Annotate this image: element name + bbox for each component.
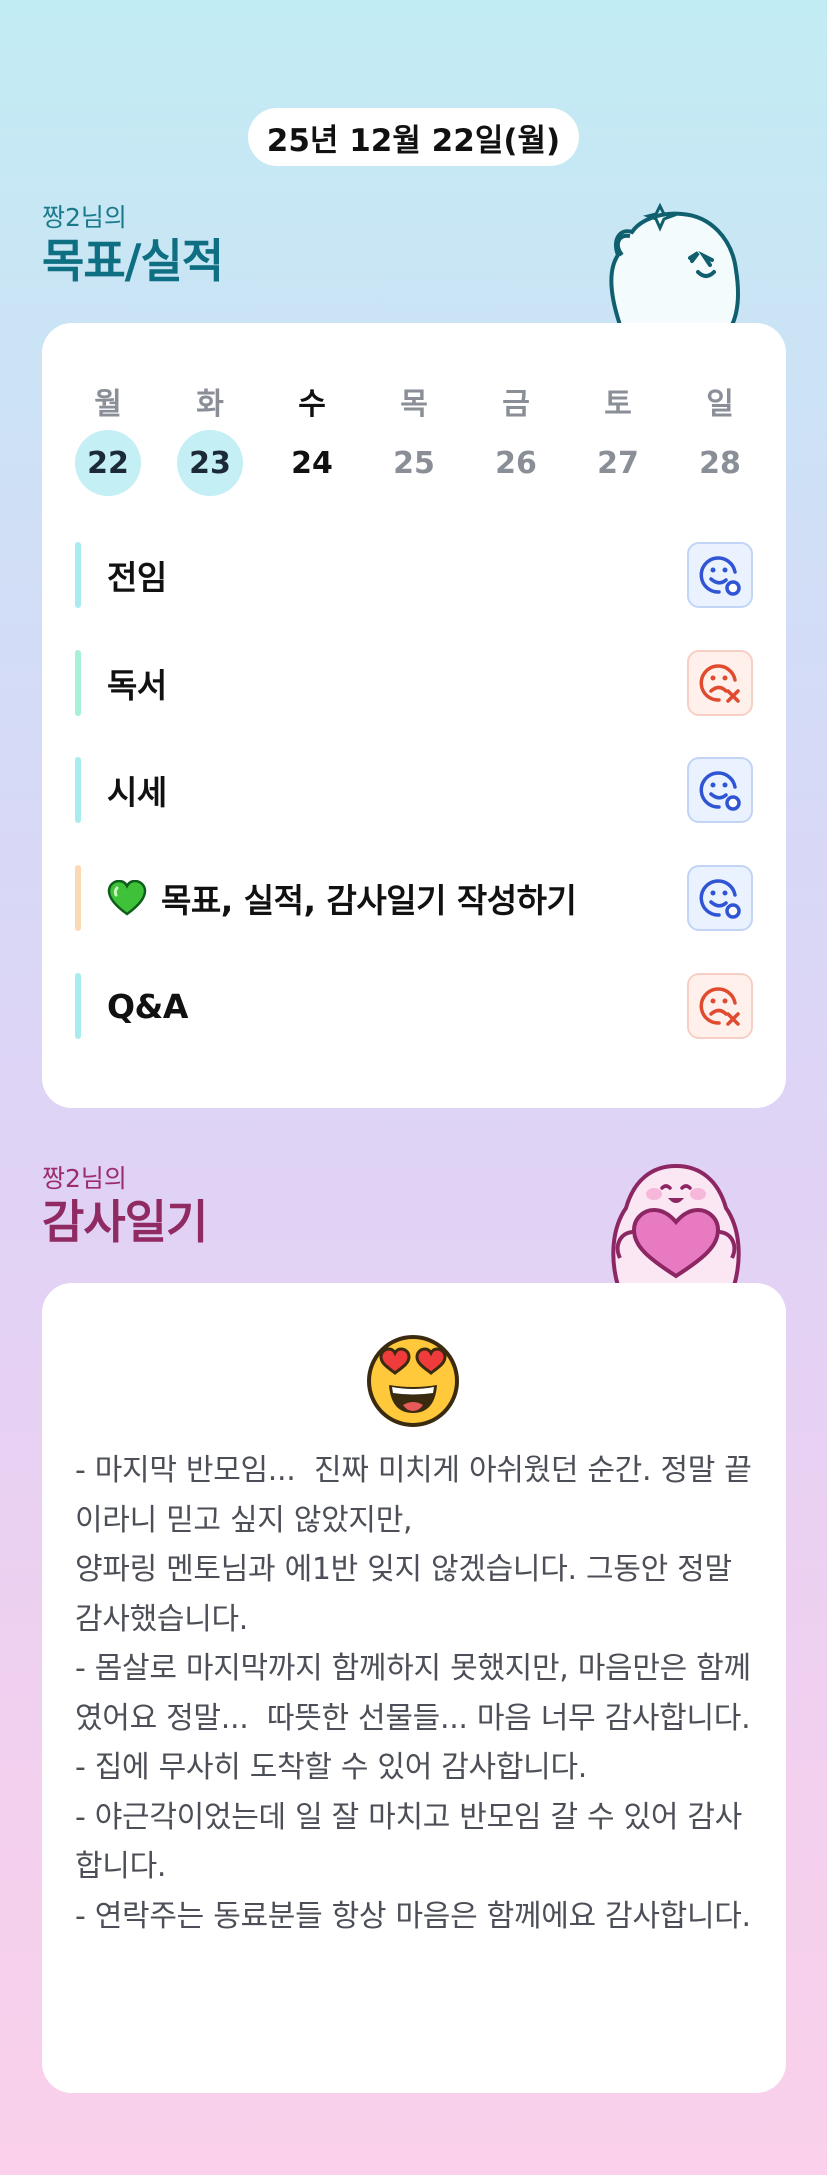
weekday-label: 화 (196, 387, 224, 422)
goal-status-missed-button[interactable] (687, 973, 753, 1039)
frown-x-icon (699, 987, 740, 1026)
weekday-label: 일 (706, 387, 734, 422)
mascot-waving-icon (609, 202, 741, 325)
green-heart-icon (107, 880, 147, 916)
gratitude-section-title: 감사일기 (42, 1195, 208, 1249)
weekday-label: 수 (298, 387, 326, 422)
goal-label: Q&A (107, 986, 188, 1026)
goal-accent-bar (75, 650, 81, 716)
weekday-label: 월 (94, 387, 122, 422)
goal-row: Q&A (75, 973, 753, 1039)
goals-section-title: 목표/실적 (42, 234, 224, 288)
goal-status-missed-button[interactable] (687, 650, 753, 716)
day-24-button[interactable]: 24 (279, 430, 345, 496)
smile-check-icon (699, 771, 741, 811)
smile-check-icon (699, 556, 741, 596)
gratitude-card: - 마지막 반모임... 진짜 미치게 아쉬웠던 순간. 정말 끝이라니 믿고 … (42, 1283, 786, 2093)
goal-accent-bar (75, 973, 81, 1039)
goal-label: 목표, 실적, 감사일기 작성하기 (161, 881, 577, 920)
day-28-button[interactable]: 28 (687, 430, 753, 496)
goal-row: 시세 (75, 757, 753, 823)
goals-section-header: 짱2님의 목표/실적 (42, 202, 224, 288)
mascot-heart-icon (611, 1163, 741, 1286)
day-23-button[interactable]: 23 (177, 430, 243, 496)
goal-label-wrapper: 목표, 실적, 감사일기 작성하기 (107, 865, 577, 931)
day-27-button[interactable]: 27 (585, 430, 651, 496)
goal-accent-bar (75, 865, 81, 931)
smile-check-icon (699, 879, 741, 919)
goal-status-achieved-button[interactable] (687, 865, 753, 931)
goal-row: 목표, 실적, 감사일기 작성하기 (75, 865, 753, 931)
day-22-button[interactable]: 22 (75, 430, 141, 496)
goal-status-achieved-button[interactable] (687, 757, 753, 823)
goal-row: 독서 (75, 650, 753, 716)
gratitude-section-header: 짱2님의 감사일기 (42, 1163, 208, 1249)
heart-eyes-face-icon (367, 1335, 459, 1427)
weekday-label: 금 (502, 387, 530, 422)
goal-label: 독서 (107, 666, 167, 705)
gratitude-text: - 마지막 반모임... 진짜 미치게 아쉬웠던 순간. 정말 끝이라니 믿고 … (75, 1453, 752, 1934)
weekday-label: 토 (604, 387, 632, 422)
goal-label: 전임 (107, 558, 167, 597)
day-26-button[interactable]: 26 (483, 430, 549, 496)
goal-label: 시세 (107, 773, 167, 812)
goals-section-subtitle: 짱2님의 (42, 203, 127, 232)
weekday-label: 목 (400, 387, 428, 422)
goal-status-achieved-button[interactable] (687, 542, 753, 608)
date-label[interactable]: 25년 12월 22일(월) (248, 108, 579, 166)
goals-card: 월 화 수 목 금 토 일 22 23 24 25 26 27 28 전임 독서 (42, 323, 786, 1108)
date-row: 22 23 24 25 26 27 28 (42, 430, 786, 496)
goal-row: 전임 (75, 542, 753, 608)
goal-accent-bar (75, 542, 81, 608)
frown-x-icon (699, 664, 740, 703)
weekday-row: 월 화 수 목 금 토 일 (42, 368, 786, 428)
day-25-button[interactable]: 25 (381, 430, 447, 496)
goal-accent-bar (75, 757, 81, 823)
gratitude-section-subtitle: 짱2님의 (42, 1164, 127, 1193)
